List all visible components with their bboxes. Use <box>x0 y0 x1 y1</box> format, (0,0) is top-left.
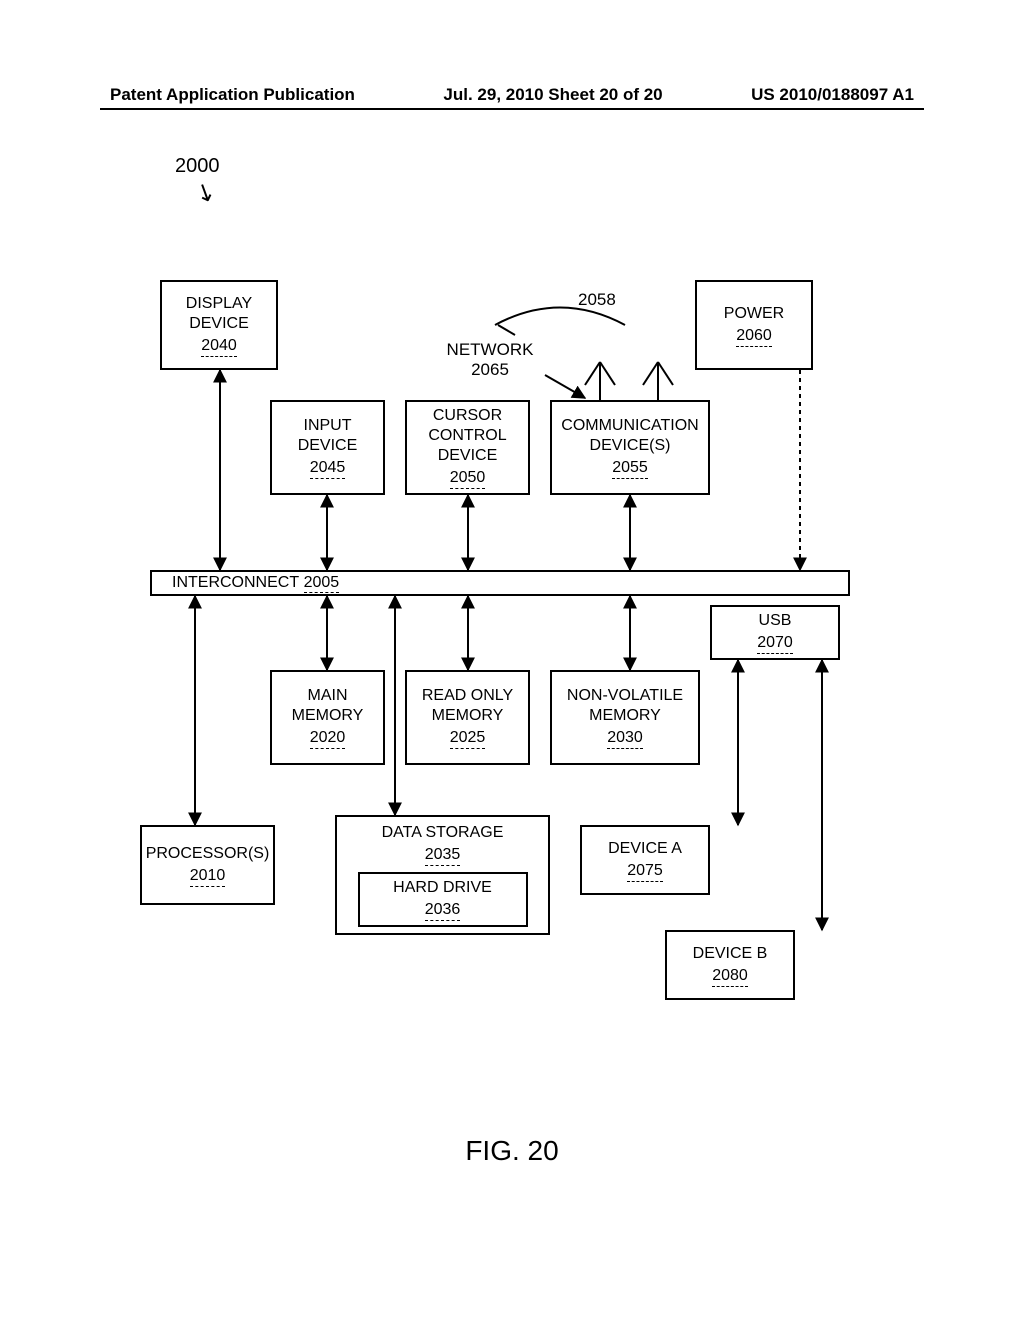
block-communication-device: COMMUNICATION DEVICE(S) 2055 <box>550 400 710 495</box>
block-power: POWER 2060 <box>695 280 813 370</box>
label: DEVICE A <box>608 839 682 859</box>
block-input-device: INPUT DEVICE 2045 <box>270 400 385 495</box>
label: COMMUNICATION <box>561 416 698 436</box>
label: HARD DRIVE <box>393 878 492 898</box>
block-diagram: 2058 NETWORK 2065 DISPLAY DEVICE 2040 PO… <box>140 270 880 1070</box>
label: INTERCONNECT <box>172 574 299 592</box>
label: INPUT <box>304 416 352 436</box>
label: DISPLAY <box>186 294 252 314</box>
figure-caption: FIG. 20 <box>0 1135 1024 1167</box>
ref: 2055 <box>612 458 648 479</box>
block-data-storage: DATA STORAGE 2035 HARD DRIVE 2036 <box>335 815 550 935</box>
ref: 2075 <box>627 861 663 882</box>
label: DEVICE <box>189 314 249 334</box>
label: MAIN <box>308 686 348 706</box>
label: MEMORY <box>432 706 504 726</box>
block-cursor-control: CURSOR CONTROL DEVICE 2050 <box>405 400 530 495</box>
network-ref: 2065 <box>471 360 509 379</box>
ref: 2036 <box>425 900 461 921</box>
label: DEVICE <box>298 436 358 456</box>
label: MEMORY <box>589 706 661 726</box>
label: DEVICE <box>438 446 498 466</box>
network-label: NETWORK <box>447 340 534 359</box>
block-interconnect: INTERCONNECT 2005 <box>150 570 850 596</box>
antenna-ref: 2058 <box>578 290 616 310</box>
ref: 2045 <box>310 458 346 479</box>
block-processor: PROCESSOR(S) 2010 <box>140 825 275 905</box>
ref: 2010 <box>190 866 226 887</box>
header-left: Patent Application Publication <box>110 85 355 105</box>
block-hard-drive: HARD DRIVE 2036 <box>358 872 528 927</box>
network-label-block: NETWORK 2065 <box>440 340 540 380</box>
block-rom: READ ONLY MEMORY 2025 <box>405 670 530 765</box>
label: POWER <box>724 304 784 324</box>
block-main-memory: MAIN MEMORY 2020 <box>270 670 385 765</box>
label: NON-VOLATILE <box>567 686 683 706</box>
label: USB <box>759 611 792 631</box>
label: MEMORY <box>292 706 364 726</box>
label: CURSOR <box>433 406 502 426</box>
label: DEVICE B <box>693 944 768 964</box>
label: PROCESSOR(S) <box>146 844 270 864</box>
block-display-device: DISPLAY DEVICE 2040 <box>160 280 278 370</box>
block-nvm: NON-VOLATILE MEMORY 2030 <box>550 670 700 765</box>
block-usb: USB 2070 <box>710 605 840 660</box>
ref: 2025 <box>450 728 486 749</box>
header-mid: Jul. 29, 2010 Sheet 20 of 20 <box>443 85 662 105</box>
ref: 2080 <box>712 966 748 987</box>
header-rule <box>100 108 924 110</box>
label: READ ONLY <box>422 686 513 706</box>
ref: 2070 <box>757 633 793 654</box>
figure-ref-arrow: ↘ <box>190 175 220 210</box>
ref: 2040 <box>201 336 237 357</box>
ref: 2005 <box>304 574 340 593</box>
page-header: Patent Application Publication Jul. 29, … <box>0 85 1024 105</box>
label: CONTROL <box>428 426 506 446</box>
ref: 2060 <box>736 326 772 347</box>
label: DATA STORAGE <box>382 823 504 843</box>
header-right: US 2010/0188097 A1 <box>751 85 914 105</box>
ref: 2030 <box>607 728 643 749</box>
block-device-b: DEVICE B 2080 <box>665 930 795 1000</box>
figure-ref-number: 2000 <box>175 155 220 178</box>
ref: 2050 <box>450 468 486 489</box>
block-device-a: DEVICE A 2075 <box>580 825 710 895</box>
label: DEVICE(S) <box>590 436 671 456</box>
ref: 2020 <box>310 728 346 749</box>
ref: 2035 <box>425 845 461 866</box>
